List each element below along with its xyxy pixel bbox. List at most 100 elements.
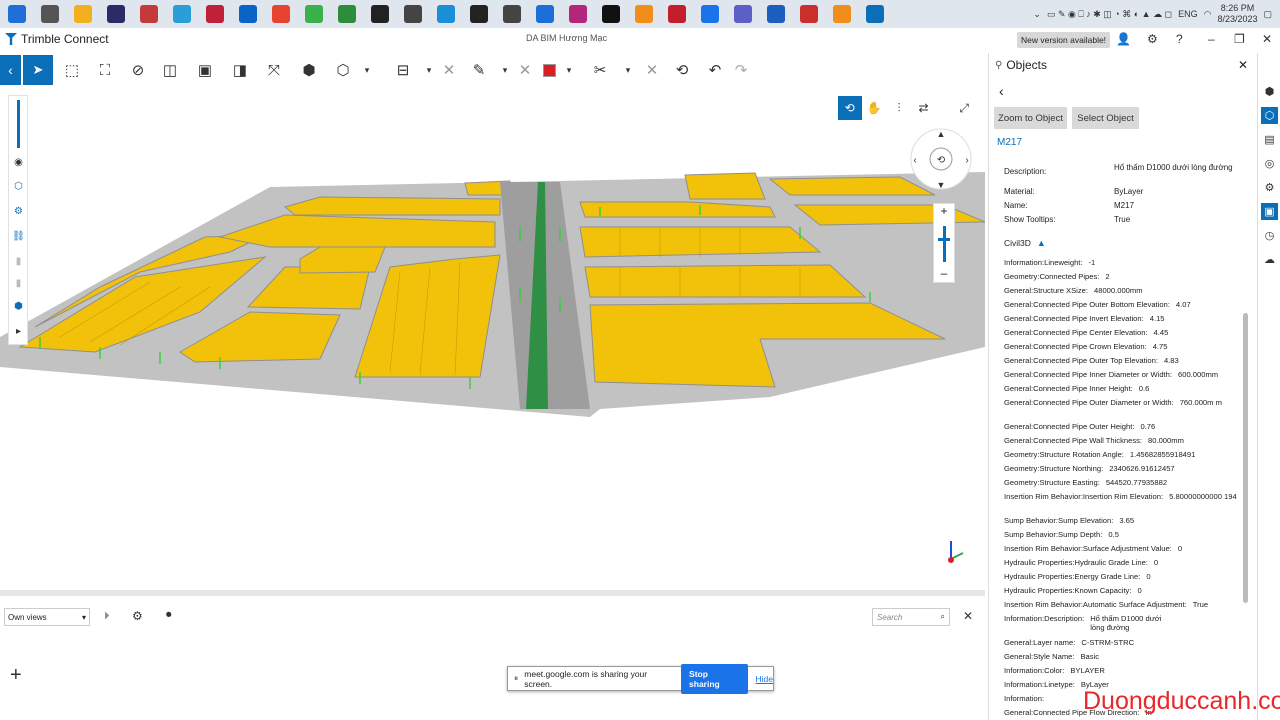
render-mode-icon[interactable]: ⬢ — [297, 58, 321, 82]
location-icon[interactable]: ◎ — [1261, 155, 1278, 172]
chevron-down-icon[interactable]: ▾ — [355, 58, 379, 82]
clear-measure-icon[interactable]: ✕ — [437, 58, 461, 82]
close-icon[interactable]: ✕ — [963, 609, 973, 623]
new-version-badge[interactable]: New version available! — [1017, 32, 1111, 48]
clock-icon[interactable]: ◷ — [1261, 227, 1278, 244]
fit-selection-icon[interactable]: ⛶ — [93, 58, 117, 82]
tray-icons[interactable]: ▭ ✎ ◉ ⎕ ♪ ✱ ◫ ◔ ⌘ ◐ ▲ ☁ ◻ — [1047, 9, 1172, 20]
app-icon[interactable] — [535, 5, 554, 23]
clip-scissors-icon[interactable]: ✂ — [588, 58, 612, 82]
hide-link[interactable]: Hide — [756, 674, 773, 684]
collapse-left-icon[interactable]: ‹ — [0, 55, 21, 85]
app-icon[interactable] — [172, 5, 191, 23]
select-object-button[interactable]: Select Object — [1072, 107, 1139, 129]
section-slider-icon[interactable] — [17, 100, 20, 148]
cloud-icon[interactable]: ☁ — [1261, 251, 1278, 268]
app-icon[interactable] — [832, 5, 851, 23]
objects-rail-icon[interactable]: ⬡ — [1261, 107, 1278, 124]
user-icon[interactable]: 👤 — [1116, 32, 1131, 46]
minimize-icon[interactable]: – — [1208, 32, 1215, 46]
gear-icon[interactable]: ⚙ — [132, 609, 143, 623]
show-all-icon[interactable]: ▣ — [193, 58, 217, 82]
widgets-icon[interactable] — [40, 5, 59, 23]
undo-icon[interactable]: ↶ — [703, 58, 727, 82]
chevron-down-icon[interactable]: ▾ — [616, 58, 640, 82]
models-icon[interactable]: ⬡ — [11, 181, 26, 196]
zoom-in-icon[interactable]: + — [934, 204, 954, 218]
walk-icon[interactable]: ⫶ — [887, 96, 911, 120]
swap-icon[interactable]: ⇄ — [911, 96, 936, 120]
maximize-icon[interactable]: ❐ — [1234, 32, 1245, 46]
onenote-icon[interactable] — [766, 5, 785, 23]
app-icon[interactable] — [403, 5, 422, 23]
orbit-icon[interactable]: ⟲ — [838, 96, 862, 120]
zoom-out-icon[interactable]: – — [934, 266, 954, 280]
close-icon[interactable]: ✕ — [1238, 58, 1248, 72]
notes-icon[interactable]: ▤ — [1261, 131, 1278, 148]
language-indicator[interactable]: ENG — [1178, 9, 1198, 19]
app-icon[interactable] — [799, 5, 818, 23]
wifi-icon[interactable]: ◠ — [1204, 9, 1212, 20]
layer-icon[interactable]: ▮ — [11, 256, 26, 271]
app-icon[interactable] — [568, 5, 587, 23]
chrome-icon[interactable] — [271, 5, 290, 23]
stop-sharing-button[interactable]: Stop sharing — [681, 663, 748, 694]
windows-start-icon[interactable] — [7, 5, 26, 23]
box-select-icon[interactable]: ⬚ — [60, 58, 84, 82]
back-icon[interactable]: ‹ — [999, 83, 1004, 99]
file-icon[interactable] — [502, 5, 521, 23]
help-icon[interactable]: ? — [1176, 32, 1183, 46]
link-icon[interactable]: ⛓ — [11, 231, 26, 246]
zoom-handle[interactable] — [938, 238, 950, 241]
app-icon[interactable] — [304, 5, 323, 23]
isolate-icon[interactable]: ◫ — [158, 58, 182, 82]
outlook-icon[interactable] — [238, 5, 257, 23]
notion-icon[interactable] — [469, 5, 488, 23]
play-icon[interactable]: ▸ — [11, 326, 26, 341]
eye-icon[interactable]: ◉ — [11, 157, 26, 172]
image-icon[interactable]: ▣ — [1261, 203, 1278, 220]
civil3d-group-toggle[interactable]: Civil3D ▲ — [1004, 238, 1046, 248]
reset-icon[interactable]: ⟲ — [670, 58, 694, 82]
teams-icon[interactable] — [733, 5, 752, 23]
layer-icon[interactable]: ▮ — [11, 278, 26, 293]
zalo-icon[interactable] — [700, 5, 719, 23]
gear-icon[interactable]: ⚙ — [1147, 32, 1158, 46]
play-icon[interactable]: ⏵ — [104, 610, 110, 623]
app-icon[interactable] — [337, 5, 356, 23]
gear-icon[interactable]: ⚙ — [11, 206, 26, 221]
views-dropdown[interactable]: Own views ▾ — [4, 608, 90, 626]
measure-icon[interactable]: ⊟ — [391, 58, 415, 82]
select-tool-icon[interactable]: ➤ — [23, 55, 53, 85]
panel-scrollbar[interactable] — [1243, 313, 1248, 603]
add-view-icon[interactable]: + — [10, 664, 22, 687]
app-icon[interactable] — [634, 5, 653, 23]
app-icon[interactable] — [205, 5, 224, 23]
app-icon[interactable] — [436, 5, 455, 23]
redo-icon[interactable]: ↷ — [729, 58, 753, 82]
chevron-down-icon[interactable]: ▾ — [557, 58, 581, 82]
camera-icon[interactable]: ⏺ — [166, 609, 172, 622]
tiktok-icon[interactable] — [601, 5, 620, 23]
hide-icon[interactable]: ⊘ — [126, 58, 150, 82]
trimble-connect-icon[interactable] — [865, 5, 884, 23]
pan-hand-icon[interactable]: ✋ — [862, 96, 887, 120]
clear-markup-icon[interactable]: ✕ — [513, 58, 537, 82]
notification-icon[interactable]: ▢ — [1263, 9, 1272, 20]
after-effects-icon[interactable] — [106, 5, 125, 23]
zoom-to-object-button[interactable]: Zoom to Object — [994, 107, 1067, 129]
fullscreen-icon[interactable]: ⤢ — [952, 96, 976, 120]
model-icon[interactable]: ⬢ — [1261, 83, 1278, 100]
app-icon[interactable] — [139, 5, 158, 23]
view-compass[interactable]: ▲ ▼ ‹ › ⟲ — [910, 128, 972, 190]
close-icon[interactable]: ✕ — [1262, 32, 1272, 46]
object-tree-icon[interactable]: ⬢ — [11, 301, 26, 316]
clock[interactable]: 8:26 PM 8/23/2023 — [1217, 3, 1257, 25]
clear-clip-icon[interactable]: ✕ — [640, 58, 664, 82]
markup-pen-icon[interactable]: ✎ — [467, 58, 491, 82]
cube-icon[interactable]: ⬡ — [331, 58, 355, 82]
3d-viewport[interactable] — [0, 87, 985, 590]
zoom-slider[interactable]: + – — [933, 203, 955, 283]
site-model[interactable] — [0, 87, 985, 590]
chevron-down-icon[interactable]: ⌄ — [1033, 9, 1041, 20]
